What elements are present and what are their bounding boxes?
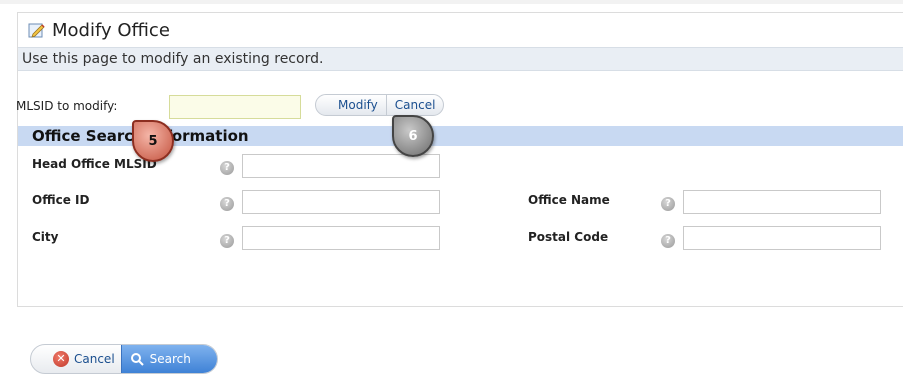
search-magnifier-icon (130, 353, 144, 366)
search-button-label: Search (149, 352, 191, 366)
cancel-x-icon: ✕ (53, 351, 69, 367)
search-button[interactable]: Search (120, 345, 217, 373)
top-strip (0, 0, 903, 4)
bottom-button-group: ✕ Cancel Search (30, 344, 218, 374)
callout-marker-6: 6 (392, 115, 434, 157)
help-icon[interactable]: ? (661, 234, 675, 248)
page-title: Modify Office (52, 19, 170, 41)
edit-note-icon (28, 23, 45, 38)
help-icon[interactable]: ? (661, 197, 675, 211)
head-office-mlsid-label: Head Office MLSID (32, 157, 157, 171)
bottom-cancel-label: Cancel (74, 352, 115, 366)
cancel-button[interactable]: Cancel (387, 95, 444, 115)
office-id-label: Office ID (32, 193, 90, 207)
title-bar: Modify Office (18, 13, 903, 47)
modify-button[interactable]: Modify (316, 95, 386, 115)
mlsid-label: MLSID to modify: (16, 99, 118, 113)
office-id-input[interactable] (242, 190, 440, 214)
callout-marker-5: 5 (132, 120, 174, 162)
help-icon[interactable]: ? (220, 234, 234, 248)
city-label: City (32, 230, 59, 244)
page-description: Use this page to modify an existing reco… (18, 47, 903, 71)
postal-code-label: Postal Code (528, 230, 609, 244)
bottom-cancel-button[interactable]: ✕ Cancel (31, 345, 121, 373)
mlsid-input[interactable] (169, 95, 301, 119)
office-name-input[interactable] (683, 190, 881, 214)
postal-code-input[interactable] (683, 226, 881, 250)
office-name-label: Office Name (528, 193, 610, 207)
head-office-mlsid-input[interactable] (242, 154, 440, 178)
modify-cancel-group: Modify Cancel (315, 94, 445, 116)
city-input[interactable] (242, 226, 440, 250)
help-icon[interactable]: ? (220, 197, 234, 211)
help-icon[interactable]: ? (220, 161, 234, 175)
